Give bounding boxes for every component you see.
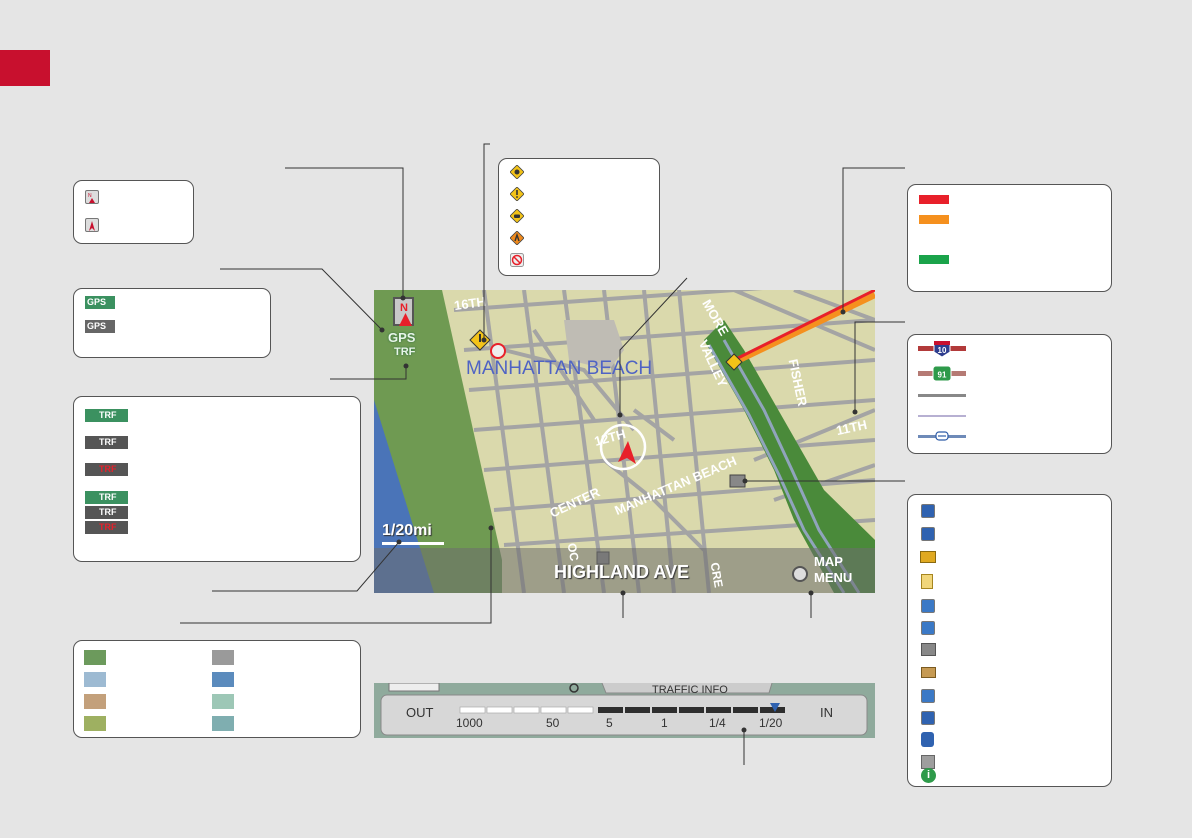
interstate-number: 10 — [938, 346, 947, 355]
major-road-line — [918, 394, 966, 397]
street-label-oc: OC — [564, 541, 582, 563]
area-swatch-golf — [84, 716, 106, 731]
traffic-scale-50: 50 — [546, 716, 560, 730]
road-type-legend: 10 91 — [907, 334, 1112, 454]
map-canvas — [374, 290, 875, 593]
bus-station-icon — [921, 732, 934, 747]
map-screen[interactable]: N GPS TRF MANHATTAN BEACH 16TH MORE VALL… — [374, 290, 875, 593]
traffic-scale-1-4: 1/4 — [709, 716, 726, 730]
parking-garage-icon — [921, 574, 933, 589]
gps-status: GPS — [388, 330, 416, 345]
traffic-scale-5: 5 — [606, 716, 613, 730]
parking-structure-icon — [921, 621, 935, 635]
map-menu-line1: MAP — [814, 554, 843, 569]
area-swatch-sand — [84, 694, 106, 709]
incident-legend — [498, 158, 660, 276]
accident-icon — [510, 209, 524, 223]
auto-service-icon — [921, 504, 935, 518]
traffic-icon-red: TRF — [85, 463, 128, 476]
traffic-scale-1-20: 1/20 — [759, 716, 783, 730]
interstate-icon: 10 — [918, 340, 966, 358]
flow-orange-line — [919, 215, 949, 224]
map-menu-line2: MENU — [814, 570, 853, 585]
ferry-line-icon — [918, 431, 966, 441]
traffic-icon-gray: TRF — [85, 436, 128, 449]
lodging-icon — [921, 667, 936, 678]
gps-icon-active: GPS — [85, 296, 115, 309]
north-up-icon: N — [85, 190, 99, 204]
traffic-off-icon-green: TRF — [85, 491, 128, 504]
parking-lot-icon — [921, 599, 935, 613]
traffic-scale-1000: 1000 — [456, 716, 483, 730]
heading-indicator[interactable]: N — [393, 297, 414, 326]
info-icon: i — [921, 768, 936, 783]
flow-green-line — [919, 255, 949, 264]
north-letter: N — [400, 302, 408, 314]
state-route-icon: 91 — [918, 365, 966, 382]
section-tab — [0, 50, 50, 86]
area-swatch-teal — [212, 716, 234, 731]
landmark-icon — [921, 643, 936, 656]
area-swatch-mint — [212, 694, 234, 709]
traffic-flow-legend — [907, 184, 1112, 292]
gps-label: GPS — [87, 321, 107, 331]
joystick-icon — [792, 566, 808, 582]
city-name-label: MANHATTAN BEACH — [466, 358, 653, 379]
traffic-legend: TRF TRF TRF TRF TRF TRF — [73, 396, 361, 562]
traffic-in-label: IN — [820, 705, 833, 720]
traffic-off-icon-gray: TRF — [85, 506, 128, 519]
traffic-label: TRF — [99, 492, 117, 502]
atm-icon — [920, 551, 936, 563]
traffic-label: TRF — [99, 507, 117, 517]
traffic-scale-1: 1 — [661, 716, 668, 730]
restaurant-icon — [921, 755, 935, 769]
gas-station-icon — [921, 689, 935, 703]
map-scale-bar — [382, 542, 444, 545]
construction-icon — [510, 165, 524, 179]
traffic-icon-green: TRF — [85, 409, 128, 422]
traffic-status: TRF — [394, 346, 416, 358]
gps-legend: GPS GPS — [73, 288, 271, 358]
traffic-label: TRF — [99, 410, 117, 420]
area-swatch-water-light — [84, 672, 106, 687]
traffic-label: TRF — [99, 437, 117, 447]
area-swatch-gray — [212, 650, 234, 665]
traffic-off-icon-red: TRF — [85, 521, 128, 534]
traffic-info-title: TRAFFIC INFO — [652, 684, 728, 696]
map-scale[interactable]: 1/20mi — [382, 522, 432, 540]
gps-label: GPS — [87, 297, 107, 307]
road-work-icon — [510, 231, 524, 245]
traffic-label: TRF — [99, 522, 117, 532]
gps-icon-inactive: GPS — [85, 320, 115, 333]
traffic-bar-bg — [374, 683, 875, 738]
heading-legend: N — [73, 180, 194, 244]
traffic-info-bar[interactable]: TRAFFIC INFO OUT IN 1000 50 5 1 1/4 1/20 — [374, 683, 875, 738]
minor-road-line — [918, 415, 966, 417]
traffic-out-label: OUT — [406, 705, 434, 720]
traffic-label: TRF — [99, 464, 117, 474]
poi-legend: i — [907, 494, 1112, 787]
road-closed-icon — [510, 253, 524, 267]
honda-dealer-icon — [921, 527, 935, 541]
map-menu-button[interactable]: MAP MENU — [792, 552, 870, 592]
heading-up-icon — [85, 218, 99, 232]
flow-red-line — [919, 195, 949, 204]
current-street-label: HIGHLAND AVE — [554, 562, 689, 582]
caution-icon — [510, 187, 524, 201]
hospital-icon — [921, 711, 935, 725]
area-swatch-water — [212, 672, 234, 687]
area-color-legend — [73, 640, 361, 738]
area-swatch-park — [84, 650, 106, 665]
svg-text:N: N — [88, 193, 92, 199]
state-route-number: 91 — [938, 371, 947, 380]
